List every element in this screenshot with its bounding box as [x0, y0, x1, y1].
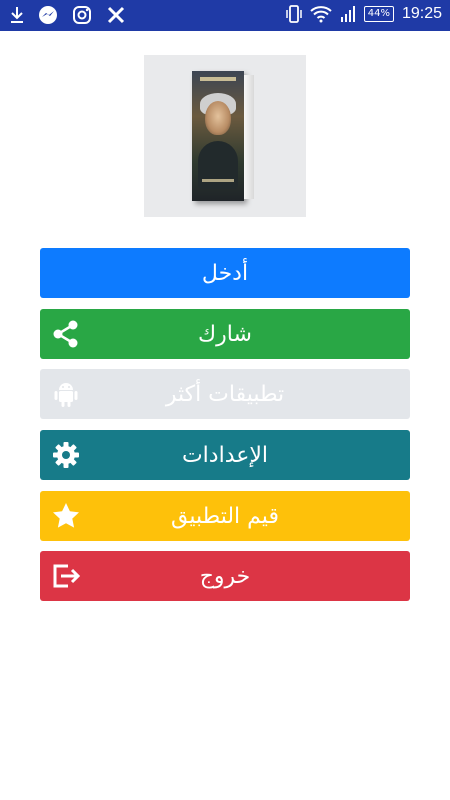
- rate-app-label: قيم التطبيق: [171, 503, 279, 529]
- gear-icon: [51, 440, 81, 470]
- cover-subtitle-decor: [202, 179, 234, 182]
- more-apps-button[interactable]: تطبيقات أكثر: [40, 369, 410, 419]
- settings-button[interactable]: الإعدادات: [40, 430, 410, 480]
- share-label: شارك: [198, 321, 252, 347]
- android-icon: [51, 379, 81, 409]
- instagram-icon: [72, 5, 92, 25]
- exit-icon: [51, 561, 81, 591]
- share-icon: [51, 319, 81, 349]
- enter-button[interactable]: أدخل: [40, 248, 410, 298]
- x-icon: [106, 5, 126, 25]
- star-icon: [51, 501, 81, 531]
- book-cover-image: [144, 55, 306, 217]
- book-cover: [192, 71, 244, 201]
- more-apps-label: تطبيقات أكثر: [165, 381, 285, 407]
- exit-label: خروج: [199, 563, 251, 589]
- signal-icon: [340, 5, 356, 23]
- cover-title-decor: [200, 77, 236, 81]
- download-icon: [10, 6, 24, 24]
- vibrate-icon: [285, 4, 302, 24]
- exit-button[interactable]: خروج: [40, 551, 410, 601]
- messenger-icon: [38, 5, 58, 25]
- clock: 19:25: [401, 5, 442, 22]
- wifi-icon: [310, 5, 332, 23]
- settings-label: الإعدادات: [181, 442, 269, 468]
- share-button[interactable]: شارك: [40, 309, 410, 359]
- rate-app-button[interactable]: قيم التطبيق: [40, 491, 410, 541]
- battery-icon: 44%: [363, 6, 394, 22]
- portrait-face: [205, 101, 231, 135]
- book-pages: [244, 75, 254, 199]
- enter-label: أدخل: [201, 260, 249, 286]
- status-bar: 44% 19:25: [0, 0, 450, 31]
